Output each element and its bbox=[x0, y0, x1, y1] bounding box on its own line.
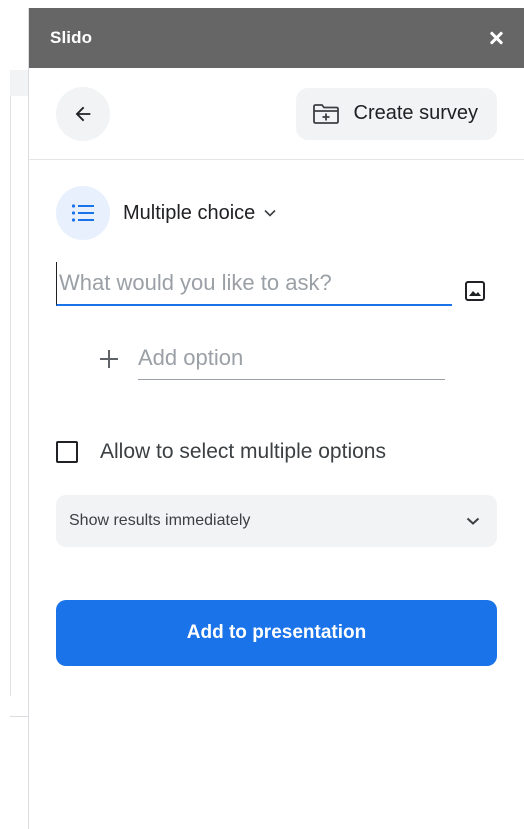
arrow-left-icon bbox=[75, 106, 91, 121]
add-to-presentation-label: Add to presentation bbox=[186, 622, 367, 643]
question-type-label: Multiple choice bbox=[123, 201, 256, 224]
question-input[interactable] bbox=[56, 262, 452, 306]
multiple-options-checkbox[interactable] bbox=[56, 441, 78, 463]
chevron-down-icon bbox=[466, 517, 480, 525]
plus-icon[interactable] bbox=[98, 348, 120, 370]
add-option-row bbox=[56, 336, 497, 380]
results-visibility-value: Show results immediately bbox=[69, 512, 251, 529]
document-edge bbox=[0, 0, 28, 829]
question-type-dropdown[interactable]: Multiple choice bbox=[123, 202, 277, 225]
document-canvas-edge bbox=[10, 96, 28, 696]
add-to-presentation-button[interactable]: Add to presentation bbox=[56, 600, 497, 666]
create-survey-label: Create survey bbox=[353, 102, 479, 124]
close-icon[interactable] bbox=[486, 28, 506, 48]
slido-side-panel: Slido Create survey Multiple choice What… bbox=[28, 8, 524, 829]
back-button[interactable] bbox=[56, 86, 110, 141]
panel-titlebar: Slido bbox=[29, 8, 524, 68]
panel-title: Slido bbox=[50, 28, 93, 47]
multiple-options-toggle[interactable]: Allow to select multiple options bbox=[56, 440, 497, 464]
multiple-options-label: Allow to select multiple options bbox=[100, 440, 386, 463]
folder-plus-icon bbox=[312, 103, 339, 124]
add-image-button[interactable] bbox=[462, 278, 488, 304]
panel-toolbar: Create survey bbox=[29, 68, 524, 160]
poll-form: Multiple choice What would you like to a… bbox=[29, 186, 524, 666]
image-icon bbox=[465, 281, 485, 301]
document-divider bbox=[10, 716, 28, 717]
results-visibility-select[interactable]: Show results immediately bbox=[56, 495, 497, 547]
create-survey-button[interactable]: Create survey bbox=[295, 87, 497, 140]
slido-app: Slido Create survey Multiple choice What… bbox=[0, 0, 524, 829]
chevron-down-icon bbox=[264, 209, 276, 217]
add-option-input[interactable] bbox=[138, 336, 445, 380]
question-row bbox=[56, 262, 497, 306]
question-type-row: Multiple choice bbox=[56, 186, 497, 240]
list-icon bbox=[56, 186, 110, 240]
document-toolbar-edge bbox=[10, 70, 28, 96]
